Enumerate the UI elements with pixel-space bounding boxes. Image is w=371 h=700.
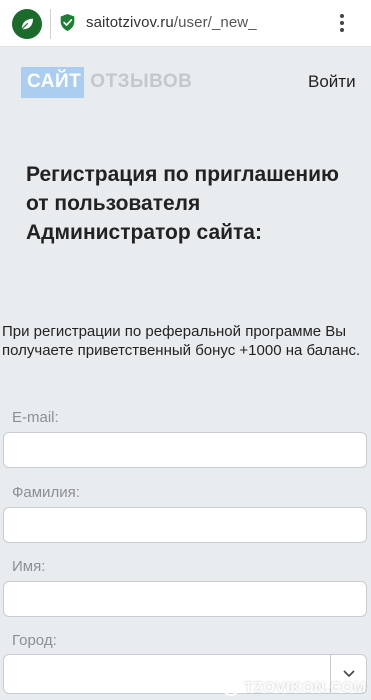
logo-part2: ОТЗЫВОВ: [90, 71, 193, 92]
email-label: E-mail:: [12, 409, 59, 426]
watermark-logo-icon: [222, 678, 240, 696]
watermark-text: TZOVIKON.COM: [244, 678, 367, 696]
promo-text: При регистрации по реферальной программе…: [2, 323, 361, 359]
browser-toolbar: saitotzivov.ru/user/_new_: [0, 0, 371, 47]
kebab-menu-icon[interactable]: [334, 12, 350, 34]
watermark: TZOVIKON.COM: [222, 676, 367, 698]
leaf-icon[interactable]: [12, 9, 42, 39]
site-logo[interactable]: САЙТ ОТЗЫВОВ: [21, 67, 192, 98]
toolbar-divider: [50, 9, 51, 39]
email-field[interactable]: [3, 432, 367, 468]
lastname-field[interactable]: [3, 507, 367, 543]
page-title: Регистрация по приглашению от пользовате…: [26, 163, 339, 244]
firstname-label: Имя:: [12, 558, 46, 575]
firstname-field[interactable]: [3, 581, 367, 617]
shield-check-icon[interactable]: [59, 13, 76, 32]
url-host: saitotzivov.ru: [86, 14, 174, 31]
url-path: /user/_new_: [173, 14, 257, 31]
logo-part1: САЙТ: [21, 67, 85, 98]
city-label: Город:: [12, 632, 57, 649]
lastname-label: Фамилия:: [12, 484, 80, 501]
login-link[interactable]: Войти: [308, 72, 356, 92]
address-bar[interactable]: saitotzivov.ru/user/_new_: [86, 14, 257, 31]
